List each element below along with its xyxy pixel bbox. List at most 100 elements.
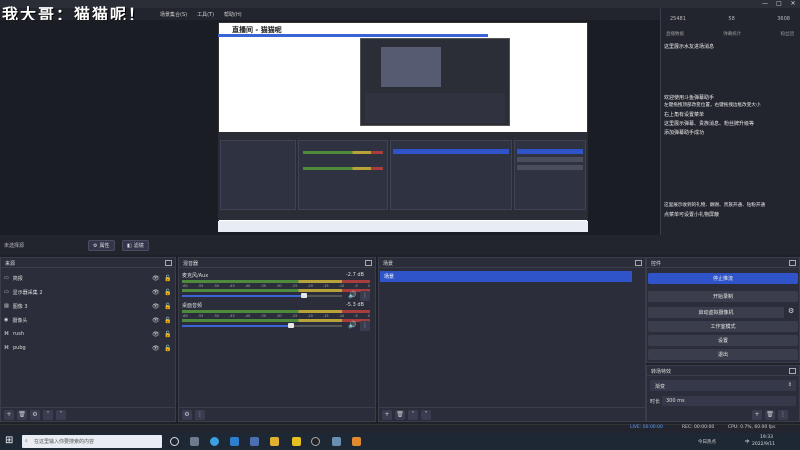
meter-tick-label: -10 <box>338 284 345 288</box>
source-item[interactable]: ⌘ pubg 👁 🔓 <box>4 342 171 354</box>
taskbar-search-input[interactable]: ⌕ 在这里输入你要搜索的内容 <box>22 435 162 448</box>
maximize-button[interactable]: □ <box>772 0 786 8</box>
meter-tick-label: -15 <box>322 284 329 288</box>
close-button[interactable]: ✕ <box>786 0 800 8</box>
nested-preview <box>360 38 510 126</box>
remove-scene-button[interactable]: 🗑 <box>395 409 405 420</box>
scene-item[interactable]: 场景 <box>380 271 632 282</box>
speaker-icon[interactable]: 🔊 <box>348 291 357 299</box>
meter-tick-label: -5 <box>354 314 358 318</box>
lock-icon[interactable]: 🔓 <box>164 331 171 338</box>
tab-danmaku-stats[interactable]: 弹幕统计 <box>723 31 741 37</box>
lock-icon[interactable]: 🔓 <box>164 345 171 352</box>
input-language[interactable]: 中 <box>745 439 750 445</box>
meter-tick-label: -55 <box>197 284 204 288</box>
meter-ticks: -60 -55 -50 -45 -40 -35 -30 -25 -20 -15 -10 -5 0 <box>182 284 370 288</box>
visibility-eye-icon[interactable]: 👁 <box>152 275 160 282</box>
lock-icon[interactable]: 🔓 <box>164 317 171 324</box>
properties-button[interactable]: ⚙ 属性 <box>88 240 115 251</box>
lock-icon[interactable]: 🔓 <box>164 289 171 296</box>
menu-scene-collection[interactable]: 场景集合(S) <box>160 11 187 18</box>
clock-date[interactable]: 2022/9/11 <box>752 442 775 447</box>
studio-mode-button[interactable]: 工作室模式 <box>648 321 798 332</box>
visibility-eye-icon[interactable]: 👁 <box>152 345 160 352</box>
channel-menu-button[interactable]: ⋮ <box>360 321 370 331</box>
stop-streaming-button[interactable]: 停止推流 <box>648 273 798 284</box>
scene-down-button[interactable]: ˅ <box>421 409 431 420</box>
volume-slider-knob[interactable] <box>287 323 294 328</box>
start-virtual-camera-button[interactable]: 启动虚拟摄像机 <box>648 307 784 318</box>
lock-icon[interactable]: 🔓 <box>164 275 171 282</box>
virtual-camera-settings-icon[interactable]: ⚙ <box>788 307 794 315</box>
move-down-button[interactable]: ˅ <box>56 409 66 420</box>
windows-start-icon[interactable]: ⊞ <box>5 436 13 446</box>
controls-title: 控件 <box>647 258 799 268</box>
file-explorer-icon[interactable] <box>270 437 279 446</box>
dock-float-icon[interactable] <box>635 260 642 266</box>
app-icon[interactable] <box>332 437 341 446</box>
tab-fan-club[interactable]: 粉丝团 <box>781 31 795 37</box>
move-up-button[interactable]: ˄ <box>43 409 53 420</box>
mixer-title: 混音器 <box>179 258 375 268</box>
app-icon[interactable] <box>250 437 259 446</box>
clock-time[interactable]: 19:33 <box>760 435 773 440</box>
add-source-button[interactable]: + <box>4 409 14 420</box>
mixer-menu-button[interactable]: ⋮ <box>195 409 205 420</box>
menu-help[interactable]: 帮助(H) <box>224 11 242 18</box>
app-icon[interactable] <box>292 437 301 446</box>
scene-up-button[interactable]: ˄ <box>408 409 418 420</box>
remove-transition-button[interactable]: 🗑 <box>765 410 775 420</box>
menu-tools[interactable]: 工具(T) <box>197 11 214 18</box>
taskview-app-icon[interactable] <box>190 437 199 446</box>
lock-icon[interactable]: 🔓 <box>164 303 171 310</box>
camera-icon: ◉ <box>4 317 9 323</box>
news-widget[interactable]: 今日热点 <box>698 439 716 445</box>
settings-button[interactable]: 设置 <box>648 335 798 346</box>
source-item[interactable]: ⌘ rush 👁 🔓 <box>4 328 171 340</box>
source-item[interactable]: ▭ 简报 👁 🔓 <box>4 272 171 284</box>
meter-tick-label: -25 <box>291 284 298 288</box>
transition-select[interactable]: 渐变 ⇕ <box>650 380 796 391</box>
minimize-button[interactable]: — <box>758 0 772 8</box>
chat-line: 这里展示收到的礼物、酬谢、贵族开通、钻粉开通 <box>664 203 766 208</box>
source-item[interactable]: ▭ 显示器采集 2 👁 🔓 <box>4 286 171 298</box>
duration-input[interactable]: 300 ms <box>662 396 796 406</box>
add-scene-button[interactable]: + <box>382 409 392 420</box>
dock-float-icon[interactable] <box>365 260 372 266</box>
visibility-eye-icon[interactable]: 👁 <box>152 289 160 296</box>
gamepad-icon: ⌘ <box>4 345 9 351</box>
dock-float-icon[interactable] <box>165 260 172 266</box>
volume-slider-track[interactable] <box>290 325 342 327</box>
volume-slider-fill[interactable] <box>182 295 304 297</box>
cpu-status: CPU: 0.7%, 60.00 fps <box>728 425 776 430</box>
edge-browser-icon[interactable] <box>210 437 219 446</box>
volume-slider-knob[interactable] <box>300 293 307 298</box>
visibility-eye-icon[interactable]: 👁 <box>152 303 160 310</box>
source-item[interactable]: ◉ 摄像头 👁 🔓 <box>4 314 171 326</box>
task-view-icon[interactable] <box>170 437 179 446</box>
chat-stats: 25481 58 3608 <box>662 16 798 22</box>
filters-button[interactable]: ◧ 滤镜 <box>122 240 149 251</box>
source-settings-button[interactable]: ⚙ <box>30 409 40 420</box>
meter-tick-label: -25 <box>291 314 298 318</box>
visibility-eye-icon[interactable]: 👁 <box>152 317 160 324</box>
exit-button[interactable]: 退出 <box>648 349 798 360</box>
dock-float-icon[interactable] <box>789 368 796 374</box>
add-transition-button[interactable]: + <box>752 410 762 420</box>
source-item[interactable]: ▨ 图像 3 👁 🔓 <box>4 300 171 312</box>
obs-icon[interactable] <box>311 437 320 446</box>
dock-float-icon[interactable] <box>789 260 796 266</box>
remove-source-button[interactable]: 🗑 <box>17 409 27 420</box>
start-recording-button[interactable]: 开始录制 <box>648 291 798 302</box>
transition-menu-button[interactable]: ⋮ <box>778 410 788 420</box>
chat-line: 左键拖拽顶部改变位置，右键拖拽边框改变大小 <box>664 103 761 108</box>
visibility-eye-icon[interactable]: 👁 <box>152 331 160 338</box>
channel-menu-button[interactable]: ⋮ <box>360 291 370 301</box>
tab-live-data[interactable]: 直播数据 <box>666 31 684 37</box>
app-icon[interactable] <box>352 437 361 446</box>
volume-slider-fill[interactable] <box>182 325 291 327</box>
app-icon[interactable] <box>230 437 239 446</box>
volume-slider-track[interactable] <box>303 295 342 297</box>
mixer-settings-button[interactable]: ⚙ <box>182 409 192 420</box>
speaker-icon[interactable]: 🔊 <box>348 321 357 329</box>
